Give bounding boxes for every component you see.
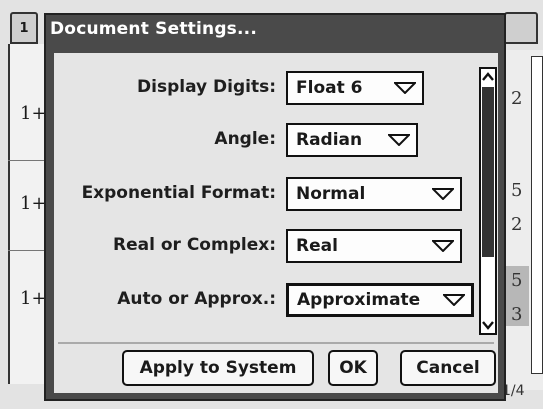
settings-scrollbar[interactable] — [479, 67, 497, 335]
auto-or-approx-label: Auto or Approx.: — [117, 289, 276, 309]
display-digits-value: Float 6 — [296, 78, 363, 98]
display-digits-label: Display Digits: — [137, 77, 276, 97]
angle-label: Angle: — [214, 129, 276, 149]
right-panel-glyph: 5 — [511, 270, 523, 291]
auto-or-approx-select[interactable]: Approximate — [286, 283, 474, 317]
cancel-button[interactable]: Cancel — [400, 350, 496, 386]
document-settings-dialog: Document Settings... Display Digits: Flo… — [44, 13, 506, 401]
chevron-down-icon — [432, 188, 454, 200]
chevron-down-icon — [394, 82, 416, 94]
chevron-down-icon — [443, 294, 465, 306]
scrollbar-thumb[interactable] — [482, 87, 494, 257]
scroll-up-icon[interactable] — [481, 70, 495, 84]
dialog-title: Document Settings... — [50, 19, 257, 39]
right-panel-glyph: 2 — [511, 88, 523, 109]
angle-value: Radian — [296, 130, 363, 150]
real-or-complex-value: Real — [296, 236, 338, 256]
exponential-format-select[interactable]: Normal — [286, 177, 462, 211]
ok-button[interactable]: OK — [328, 350, 378, 386]
display-digits-select[interactable]: Float 6 — [286, 71, 424, 105]
real-or-complex-select[interactable]: Real — [286, 229, 462, 263]
document-tab-1[interactable]: 1 — [10, 12, 38, 44]
right-panel-scrollbar[interactable] — [531, 56, 543, 374]
button-separator — [58, 342, 494, 344]
exponential-format-label: Exponential Format: — [81, 183, 276, 203]
right-panel-glyph: 5 — [511, 180, 523, 201]
right-panel-glyph: 3 — [511, 304, 523, 325]
scroll-down-icon[interactable] — [481, 318, 495, 332]
document-tab-1-label: 1 — [19, 20, 29, 36]
history-entry: 1+ — [20, 288, 47, 309]
document-tab-2[interactable] — [504, 12, 538, 44]
right-panel-glyph: 2 — [511, 214, 523, 235]
apply-to-system-button[interactable]: Apply to System — [122, 350, 314, 386]
angle-select[interactable]: Radian — [286, 123, 418, 157]
history-entry: 1+ — [20, 193, 47, 214]
real-or-complex-label: Real or Complex: — [113, 235, 276, 255]
chevron-down-icon — [388, 134, 410, 146]
chevron-down-icon — [432, 240, 454, 252]
dialog-content: Display Digits: Float 6 Angle: Radian Ex… — [54, 53, 498, 393]
auto-or-approx-value: Approximate — [297, 290, 421, 310]
history-entry: 1+ — [20, 103, 47, 124]
exponential-format-value: Normal — [296, 184, 366, 204]
